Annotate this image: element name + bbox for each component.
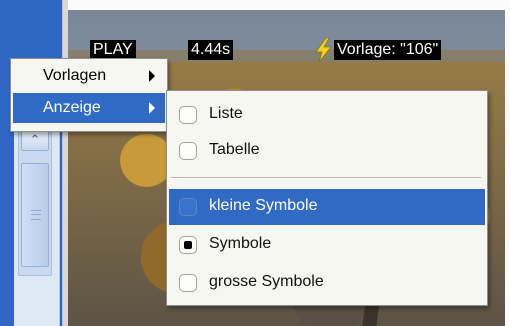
submenu-item-grosse-symbole[interactable]: grosse Symbole (169, 265, 485, 301)
submenu-item-liste[interactable]: Liste (169, 97, 485, 133)
application-window: ⌃ PLAY 4.44s Vorlage: "106" Vorlagen Anz… (0, 0, 510, 326)
vertical-scrollbar[interactable]: ⌃ (18, 126, 52, 276)
template-indicator: Vorlage: "106" (334, 40, 442, 60)
lightning-icon (315, 38, 332, 62)
menu-item-label: Anzeige (43, 99, 101, 116)
playback-status: PLAY (90, 40, 136, 60)
menu-item-label: Vorlagen (43, 67, 107, 84)
submenu-item-label: kleine Symbole (209, 197, 318, 214)
checkbox-icon (179, 106, 197, 124)
menu-item-anzeige[interactable]: Anzeige (13, 93, 165, 123)
checkbox-icon (179, 198, 197, 216)
menu-separator (171, 177, 481, 179)
scroll-thumb[interactable] (21, 163, 49, 267)
menu-item-vorlagen[interactable]: Vorlagen (13, 61, 165, 91)
submenu-arrow-icon (149, 102, 155, 114)
submenu-item-kleine-symbole[interactable]: kleine Symbole (169, 189, 485, 225)
submenu-item-symbole[interactable]: Symbole (169, 227, 485, 263)
submenu-item-tabelle[interactable]: Tabelle (169, 133, 485, 169)
scroll-grip-icon (31, 210, 41, 220)
playback-time: 4.44s (188, 40, 234, 60)
submenu-item-label: Liste (209, 105, 243, 122)
context-menu: Vorlagen Anzeige (10, 58, 168, 132)
submenu-item-label: Tabelle (209, 141, 260, 158)
anzeige-submenu: Liste Tabelle kleine Symbole Symbole gro… (166, 90, 488, 306)
checkbox-icon (179, 142, 197, 160)
checkbox-icon (179, 236, 197, 254)
scroll-up-arrow-icon[interactable]: ⌃ (21, 129, 49, 151)
submenu-item-label: grosse Symbole (209, 273, 324, 290)
submenu-arrow-icon (149, 70, 155, 82)
submenu-item-label: Symbole (209, 235, 272, 252)
checked-mark-icon (184, 241, 192, 249)
checkbox-icon (179, 274, 197, 292)
